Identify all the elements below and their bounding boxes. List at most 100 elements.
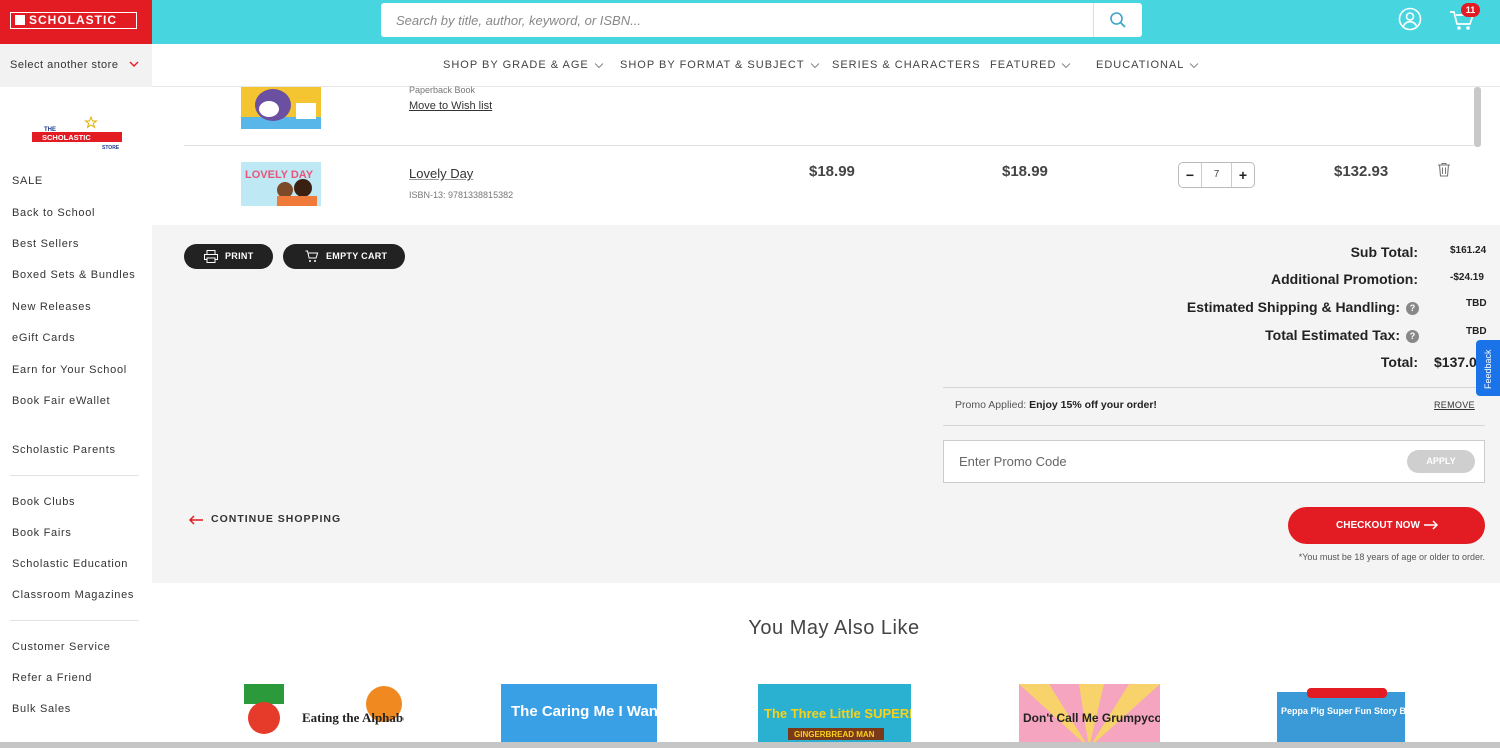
recommended-book-cover[interactable]: The Caring Me I Want xyxy=(501,684,657,748)
chevron-down-icon xyxy=(810,62,819,68)
sidebar-item-best-sellers[interactable]: Best Sellers xyxy=(12,238,79,250)
recommended-book-cover[interactable]: Eating the Alphabet xyxy=(244,684,404,748)
sidebar-item-scholastic-parents[interactable]: Scholastic Parents xyxy=(12,444,116,456)
svg-text:STORE: STORE xyxy=(102,145,120,151)
book-cover-thumbnail[interactable] xyxy=(241,87,321,129)
store-select[interactable]: Select another store xyxy=(0,44,152,87)
chevron-down-icon xyxy=(1190,62,1199,68)
total-value: $137.0 xyxy=(1434,354,1477,370)
tax-label: Total Estimated Tax:? xyxy=(1265,327,1419,343)
recommendations-title: You May Also Like xyxy=(748,617,920,639)
divider xyxy=(943,387,1485,388)
chevron-down-icon xyxy=(1062,62,1071,68)
trash-icon[interactable] xyxy=(1437,162,1451,177)
sidebar-item-egift-cards[interactable]: eGift Cards xyxy=(12,332,75,344)
account-icon[interactable] xyxy=(1398,7,1422,31)
logo-text: SCHOLASTIC xyxy=(29,13,117,27)
nav-shop-by-grade[interactable]: SHOP BY GRADE & AGE xyxy=(443,44,604,87)
feedback-tab[interactable]: Feedback xyxy=(1476,340,1500,396)
continue-shopping-link[interactable]: CONTINUE SHOPPING xyxy=(188,513,341,525)
cart-icon xyxy=(305,250,319,262)
row-divider xyxy=(184,145,1474,146)
arrow-right-icon xyxy=(1424,520,1439,530)
recommended-book-cover[interactable]: Don't Call Me Grumpycorn xyxy=(1019,684,1160,748)
apply-promo-button[interactable]: APPLY xyxy=(1407,450,1475,473)
subtotal-label: Sub Total: xyxy=(1350,244,1418,260)
cart-items: Paperback Book Move to Wish list LOVELY … xyxy=(152,85,1500,225)
sidebar-item-new-releases[interactable]: New Releases xyxy=(12,301,91,313)
arrow-left-icon xyxy=(188,515,203,525)
sidebar: THE SCHOLASTIC STORE SALE Back to School… xyxy=(0,87,152,748)
search-icon xyxy=(1110,12,1126,28)
chevron-down-icon xyxy=(129,61,139,67)
line-total: $132.93 xyxy=(1334,163,1389,180)
promo-applied-message: Promo Applied: Enjoy 15% off your order! xyxy=(955,399,1157,411)
sidebar-item-refer-a-friend[interactable]: Refer a Friend xyxy=(12,672,92,684)
sidebar-item-bulk-sales[interactable]: Bulk Sales xyxy=(12,703,71,715)
nav-educational[interactable]: EDUCATIONAL xyxy=(1096,44,1199,87)
nav-shop-by-format[interactable]: SHOP BY FORMAT & SUBJECT xyxy=(620,44,820,87)
help-icon[interactable]: ? xyxy=(1406,302,1419,315)
cart-scrollbar[interactable] xyxy=(1474,87,1481,147)
shipping-label: Estimated Shipping & Handling:? xyxy=(1187,299,1419,315)
checkout-now-button[interactable]: CHECKOUT NOW xyxy=(1288,507,1485,544)
horizontal-scrollbar[interactable] xyxy=(0,742,1500,748)
subtotal-value: $161.24 xyxy=(1450,245,1487,256)
quantity-increase-button[interactable]: + xyxy=(1232,163,1254,187)
sidebar-item-book-fair-ewallet[interactable]: Book Fair eWallet xyxy=(12,395,110,407)
book-title-link[interactable]: Lovely Day xyxy=(409,166,473,181)
empty-cart-button[interactable]: EMPTY CART xyxy=(283,244,405,269)
top-bar: SCHOLASTIC 11 xyxy=(0,0,1500,44)
sidebar-item-customer-service[interactable]: Customer Service xyxy=(12,641,111,653)
book-format: Paperback Book xyxy=(409,85,476,95)
sidebar-divider xyxy=(10,475,139,476)
promotion-value: -$24.19 xyxy=(1450,272,1484,283)
sidebar-item-back-to-school[interactable]: Back to School xyxy=(12,207,95,219)
quantity-decrease-button[interactable]: − xyxy=(1179,163,1201,187)
search-bar xyxy=(381,3,1142,37)
svg-text:The Caring Me I Want: The Caring Me I Want xyxy=(511,703,657,720)
nav-series-characters[interactable]: SERIES & CHARACTERS xyxy=(832,44,981,87)
tax-value: TBD xyxy=(1466,326,1487,337)
list-price: $18.99 xyxy=(809,163,855,180)
cart-summary-panel: PRINT EMPTY CART Sub Total: $161.24 Addi… xyxy=(152,225,1500,583)
move-to-wishlist-link[interactable]: Move to Wish list xyxy=(409,100,492,112)
svg-text:Peppa Pig Super Fun Story Box: Peppa Pig Super Fun Story Box xyxy=(1281,706,1405,716)
svg-text:GINGERBREAD MAN: GINGERBREAD MAN xyxy=(794,730,875,739)
quantity-stepper: − 7 + xyxy=(1178,162,1255,188)
help-icon[interactable]: ? xyxy=(1406,330,1419,343)
sidebar-item-book-clubs[interactable]: Book Clubs xyxy=(12,496,75,508)
age-requirement-note: *You must be 18 years of age or older to… xyxy=(1298,552,1485,562)
promo-code-input[interactable] xyxy=(944,441,1394,482)
sidebar-item-scholastic-education[interactable]: Scholastic Education xyxy=(12,558,128,570)
scholastic-store-logo[interactable]: THE SCHOLASTIC STORE xyxy=(30,115,124,151)
promo-code-box: APPLY xyxy=(943,440,1485,483)
main-nav: SHOP BY GRADE & AGE SHOP BY FORMAT & SUB… xyxy=(152,44,1500,87)
chevron-down-icon xyxy=(594,62,604,68)
total-label: Total: xyxy=(1380,354,1418,370)
sidebar-item-book-fairs[interactable]: Book Fairs xyxy=(12,527,72,539)
sidebar-item-classroom-magazines[interactable]: Classroom Magazines xyxy=(12,589,134,601)
store-select-label: Select another store xyxy=(10,59,119,71)
sidebar-item-sale[interactable]: SALE xyxy=(12,175,43,187)
recommended-book-cover[interactable]: The Three Little SUPERPIGS GINGERBREAD M… xyxy=(758,684,911,748)
book-icon xyxy=(15,15,25,25)
our-price: $18.99 xyxy=(1002,163,1048,180)
nav-featured[interactable]: FEATURED xyxy=(990,44,1071,87)
search-button[interactable] xyxy=(1093,3,1142,37)
cart-count-badge: 11 xyxy=(1461,3,1480,17)
scholastic-logo[interactable]: SCHOLASTIC xyxy=(0,0,152,44)
search-input[interactable] xyxy=(381,3,1093,37)
shipping-value: TBD xyxy=(1466,298,1487,309)
sidebar-item-boxed-sets[interactable]: Boxed Sets & Bundles xyxy=(12,269,135,281)
promotion-label: Additional Promotion: xyxy=(1271,271,1418,287)
remove-promo-link[interactable]: REMOVE xyxy=(1434,400,1475,410)
book-cover-thumbnail[interactable]: LOVELY DAY xyxy=(241,162,321,206)
print-button[interactable]: PRINT xyxy=(184,244,273,269)
svg-text:The Three Little SUPERPIGS: The Three Little SUPERPIGS xyxy=(764,706,911,721)
quantity-value[interactable]: 7 xyxy=(1201,163,1232,187)
svg-text:Don't Call Me Grumpycorn: Don't Call Me Grumpycorn xyxy=(1023,711,1160,725)
recommended-book-cover[interactable]: Peppa Pig Super Fun Story Box xyxy=(1277,684,1405,748)
book-isbn: ISBN-13: 9781338815382 xyxy=(409,190,514,200)
sidebar-item-earn-for-school[interactable]: Earn for Your School xyxy=(12,364,127,376)
